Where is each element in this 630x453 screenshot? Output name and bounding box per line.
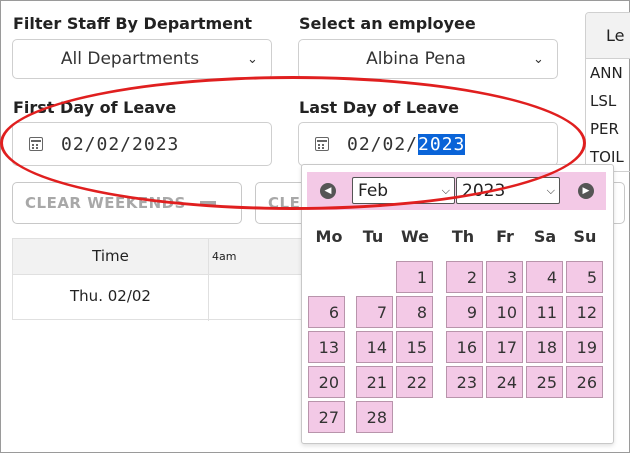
calendar-day[interactable]: 26 (566, 366, 603, 398)
clear-weekends-button[interactable]: CLEAR WEEKENDS (12, 182, 242, 224)
calendar-day[interactable]: 4 (526, 261, 563, 293)
calendar-day[interactable]: 28 (356, 401, 393, 433)
calendar-day[interactable]: 2 (446, 261, 483, 293)
prev-month-icon[interactable]: ◀ (320, 183, 336, 199)
last-day-input[interactable]: 02/02/2023 (298, 122, 558, 166)
calendar-day[interactable]: 17 (486, 331, 523, 363)
calendar-day[interactable]: 16 (446, 331, 483, 363)
list-item[interactable]: ANN (586, 59, 630, 87)
leave-type-list-header: Le (586, 13, 630, 59)
list-item[interactable]: PER (586, 115, 630, 143)
next-month-icon[interactable]: ▶ (578, 183, 594, 199)
calendar-day[interactable]: 3 (486, 261, 523, 293)
chevron-down-icon: ⌵ (441, 183, 450, 197)
first-day-value: 02/02/2023 (61, 133, 180, 155)
calendar-day[interactable]: 9 (446, 296, 483, 328)
weekday-header: Su (573, 227, 597, 246)
datepicker-popup: ◀ Feb ⌵ 2023 ⌵ ▶ Mo Tu We Th Fr Sa Su 1 2 3 4 5 6 7 8 9… (301, 164, 614, 444)
leave-type-list: Le ANN LSL PER TOIL (585, 12, 630, 172)
month-select-value: Feb (358, 180, 389, 201)
weekday-header: Tu (362, 227, 384, 246)
clear-button-label: CLE (268, 194, 301, 212)
schedule-row-day: Thu. 02/02 (70, 287, 151, 305)
calendar-day[interactable]: 1 (396, 261, 433, 293)
calendar-day[interactable]: 21 (356, 366, 393, 398)
last-day-label: Last Day of Leave (299, 98, 459, 117)
calendar-day[interactable]: 5 (566, 261, 603, 293)
clear-weekends-label: CLEAR WEEKENDS (25, 194, 186, 212)
datepicker-header: ◀ Feb ⌵ 2023 ⌵ ▶ (307, 172, 606, 210)
calendar-day[interactable]: 6 (308, 296, 345, 328)
slot-column-header: 4am (212, 250, 237, 263)
weekday-header: Mo (315, 227, 343, 246)
year-select[interactable]: 2023 ⌵ (456, 177, 560, 204)
calendar-day[interactable]: 10 (486, 296, 523, 328)
department-select[interactable]: All Departments ⌄ (12, 39, 272, 79)
last-day-value-selected: 2023 (418, 133, 466, 155)
employee-select-value: Albina Pena (366, 49, 466, 69)
weekday-header: Sa (533, 227, 557, 246)
calendar-day[interactable]: 15 (396, 331, 433, 363)
calendar-day[interactable]: 19 (566, 331, 603, 363)
calendar-day[interactable]: 8 (396, 296, 433, 328)
weekday-header: We (401, 227, 429, 246)
time-column-header: Time (92, 247, 129, 265)
last-day-value-prefix: 02/02/ (347, 133, 419, 155)
employee-select-label: Select an employee (299, 14, 476, 33)
calendar-day[interactable]: 24 (486, 366, 523, 398)
weekday-header: Fr (496, 227, 514, 246)
weekday-header: Th (451, 227, 475, 246)
list-item[interactable]: LSL (586, 87, 630, 115)
chevron-down-icon: ⌄ (247, 51, 258, 67)
calendar-day[interactable]: 7 (356, 296, 393, 328)
chevron-down-icon: ⌄ (533, 51, 544, 67)
month-select[interactable]: Feb ⌵ (352, 177, 455, 204)
calendar-day[interactable]: 25 (526, 366, 563, 398)
employee-select[interactable]: Albina Pena ⌄ (298, 39, 558, 79)
calendar-day[interactable]: 27 (308, 401, 345, 433)
calendar-day[interactable]: 11 (526, 296, 563, 328)
calendar-day[interactable]: 23 (446, 366, 483, 398)
calendar-icon (29, 137, 43, 151)
calendar-day[interactable]: 13 (308, 331, 345, 363)
year-select-value: 2023 (462, 180, 506, 201)
chevron-down-icon: ⌵ (546, 183, 555, 197)
calendar-day[interactable]: 20 (308, 366, 345, 398)
schedule-table: Time 4am Thu. 02/02 (12, 238, 312, 321)
calendar-day[interactable]: 14 (356, 331, 393, 363)
minus-icon (199, 201, 216, 205)
calendar-icon (315, 137, 329, 151)
calendar-day[interactable]: 12 (566, 296, 603, 328)
first-day-input[interactable]: 02/02/2023 (12, 122, 272, 166)
department-filter-label: Filter Staff By Department (13, 14, 253, 33)
column-divider (208, 239, 209, 321)
calendar-day[interactable]: 22 (396, 366, 433, 398)
first-day-label: First Day of Leave (13, 98, 177, 117)
calendar-day[interactable]: 18 (526, 331, 563, 363)
department-select-value: All Departments (60, 49, 200, 69)
